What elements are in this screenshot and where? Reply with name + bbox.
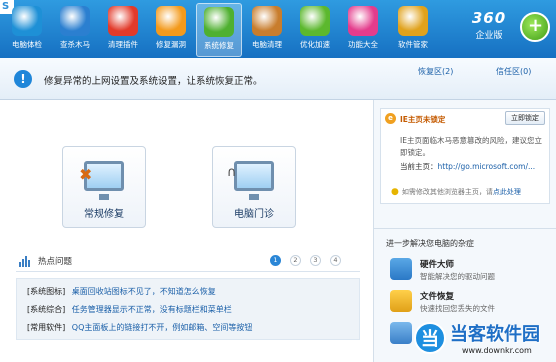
page-button-3[interactable]: 3: [310, 255, 321, 266]
monitor-icon: [234, 161, 274, 200]
toolbar-item-label: 电脑体检: [12, 40, 42, 49]
toolbar-item-label: 功能大全: [348, 40, 378, 49]
brand-label: 360 企业版: [460, 9, 518, 41]
stethoscope-icon: ∩: [227, 165, 237, 180]
service-name: 硬件大师: [420, 260, 455, 270]
lock-now-button[interactable]: 立即锁定: [505, 111, 545, 125]
handle-here-link[interactable]: 点此处理: [493, 188, 521, 196]
toolbar-item-label: 优化加速: [300, 40, 330, 49]
homepage-label: 当前主页：: [400, 162, 438, 171]
hardware-master-item[interactable]: 硬件大师 智能解决您的驱动问题: [390, 256, 555, 284]
ie-status-title: IE主页未锁定: [400, 115, 446, 124]
info-bar: ! 修复异常的上网设置及系统设置，让系统恢复正常。 恢复区(2) 信任区(0): [0, 58, 556, 100]
ie-homepage-box: e IE主页未锁定 立即锁定 IE主页面临木马恶意篡改的风险，建议您立即锁定。 …: [380, 108, 550, 204]
current-homepage: 当前主页：http://go.microsoft.com/...: [400, 161, 535, 172]
hot-issue-link[interactable]: 任务管理器显示不正常，没有标题栏和菜单栏: [72, 305, 232, 314]
shield-icon: [60, 6, 90, 36]
list-item: [常用软件] QQ主面板上的链接打不开，例如邮箱、空间等按钮: [27, 319, 359, 337]
toolbar-item-label: 修复漏洞: [156, 40, 186, 49]
hot-issue-link[interactable]: QQ主面板上的链接打不开，例如邮箱、空间等按钮: [72, 323, 253, 332]
watermark-url: www.downkr.com: [462, 346, 532, 355]
hot-issues-section: 热点问题 1 2 3 4 [系统图标] 桌面回收站图标不见了，不知道怎么恢复 […: [16, 252, 360, 340]
toolbar-item-6[interactable]: 电脑清理: [244, 3, 290, 57]
toolbar-item-label: 清理插件: [108, 40, 138, 49]
hardware-icon: [390, 258, 412, 280]
software-grid-icon: [398, 6, 428, 36]
toolbar-item-3[interactable]: 清理插件: [100, 3, 146, 57]
360-logo-icon[interactable]: +: [520, 12, 550, 42]
page-button-1[interactable]: 1: [270, 255, 281, 266]
toolbar-item-1[interactable]: 电脑体检: [4, 3, 50, 57]
bar-chart-icon: [19, 255, 31, 267]
broom-icon: [252, 6, 282, 36]
hot-category: [系统综合]: [27, 305, 66, 314]
network-icon: [390, 322, 412, 344]
watermark-text: 当客软件园: [450, 324, 540, 345]
hot-category: [常用软件]: [27, 323, 66, 332]
hot-issues-title: 热点问题: [38, 257, 73, 267]
watermark: 当 当客软件园 www.downkr.com: [410, 318, 556, 362]
toolbar-item-label: 电脑清理: [252, 40, 282, 49]
toolbar-item-9[interactable]: 软件管家: [390, 3, 436, 57]
toolbar-item-label: 查杀木马: [60, 40, 90, 49]
ie-icon: e: [385, 113, 396, 124]
toolbar-item-8[interactable]: 功能大全: [340, 3, 386, 57]
list-item: [系统图标] 桌面回收站图标不见了，不知道怎么恢复: [27, 283, 359, 301]
file-recovery-icon: [390, 290, 412, 312]
service-name: 文件恢复: [420, 292, 455, 302]
pc-clinic-label: 电脑门诊: [234, 209, 274, 220]
speedup-icon: [300, 6, 330, 36]
file-recovery-item[interactable]: 文件恢复 快速找回您丢失的文件: [390, 288, 555, 316]
pc-clinic-button[interactable]: ∩ 电脑门诊: [212, 146, 296, 228]
normal-repair-label: 常规修复: [84, 209, 124, 220]
trust-area-link[interactable]: 信任区(0): [496, 66, 531, 77]
hot-issues-header: 热点问题 1 2 3 4: [16, 252, 360, 272]
toolbar-item-2[interactable]: 查杀木马: [52, 3, 98, 57]
watermark-badge: 当: [414, 322, 446, 354]
browser-tip: ● 如需修改其他浏览器主页，请点此处理: [391, 187, 521, 197]
lightbulb-icon: ●: [391, 187, 399, 197]
page-button-2[interactable]: 2: [290, 255, 301, 266]
plugin-icon: [108, 6, 138, 36]
page-button-4[interactable]: 4: [330, 255, 341, 266]
tools-icon: ✖: [79, 165, 93, 184]
homepage-url[interactable]: http://go.microsoft.com/...: [438, 162, 536, 171]
app-grid-icon: [348, 6, 378, 36]
toolbar-item-7[interactable]: 优化加速: [292, 3, 338, 57]
list-item: [系统综合] 任务管理器显示不正常，没有标题栏和菜单栏: [27, 301, 359, 319]
hot-category: [系统图标]: [27, 287, 66, 296]
main-panel: ✖ 常规修复 ∩ 电脑门诊 热点问题 1 2 3 4 [系统图标] 桌面回收站图…: [0, 100, 373, 362]
normal-repair-button[interactable]: ✖ 常规修复: [62, 146, 146, 228]
brand-edition: 企业版: [475, 31, 503, 41]
hot-issues-list: [系统图标] 桌面回收站图标不见了，不知道怎么恢复 [系统综合] 任务管理器显示…: [16, 278, 360, 340]
toolbar-item-label: 系统修复: [204, 41, 234, 50]
service-desc: 快速找回您丢失的文件: [420, 304, 495, 313]
checkup-icon: [12, 6, 42, 36]
ie-warning-text: IE主页面临木马恶意篡改的风险，建议您立即锁定。: [400, 136, 542, 157]
next-step-title: 进一步解决您电脑的杂症: [386, 239, 474, 248]
restore-area-link[interactable]: 恢复区(2): [418, 66, 453, 77]
brand-360: 360: [471, 9, 507, 27]
toolbar-item-5[interactable]: 系统修复: [196, 3, 242, 57]
patch-icon: [156, 6, 186, 36]
info-icon: !: [14, 70, 32, 88]
toolbar-item-label: 软件管家: [398, 40, 428, 49]
service-desc: 智能解决您的驱动问题: [420, 272, 495, 281]
toolbar-item-4[interactable]: 修复漏洞: [148, 3, 194, 57]
info-text: 修复异常的上网设置及系统设置，让系统恢复正常。: [44, 76, 263, 87]
browser-tip-text: 如需修改其他浏览器主页，请: [401, 188, 493, 196]
top-toolbar: S 电脑体检 查杀木马 清理插件 修复漏洞 系统修复 电脑清理 优化加速 功能大全 软件管家 3…: [0, 0, 556, 58]
hot-issue-link[interactable]: 桌面回收站图标不见了，不知道怎么恢复: [72, 287, 216, 296]
monitor-icon: [204, 7, 234, 37]
divider: [374, 228, 556, 229]
